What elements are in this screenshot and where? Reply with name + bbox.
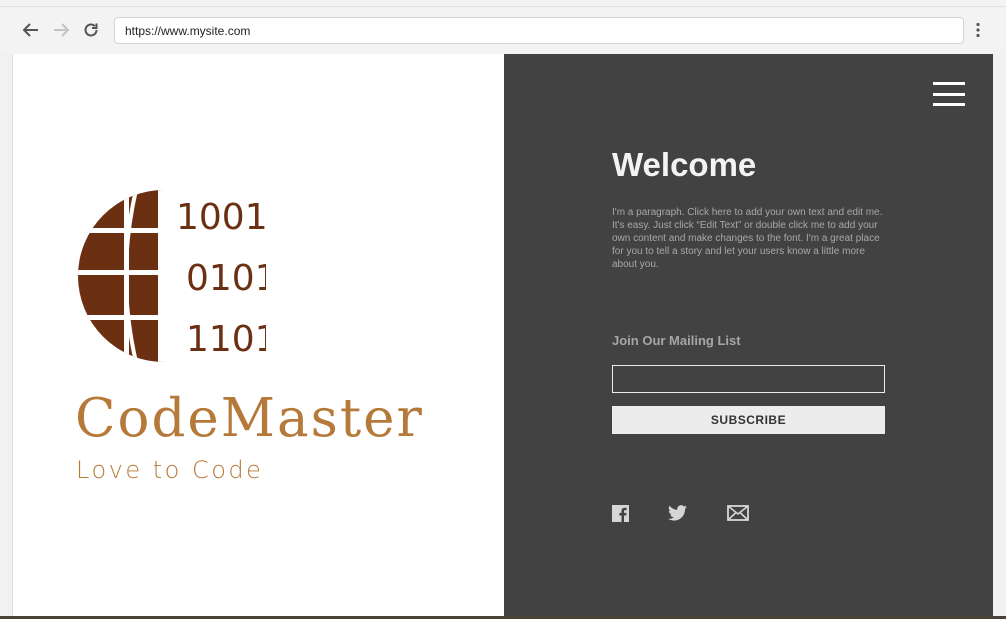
content-panel: Welcome I'm a paragraph. Click here to a… xyxy=(504,54,993,616)
twitter-icon xyxy=(667,505,687,521)
email-field[interactable] xyxy=(612,365,885,393)
mailing-list-title: Join Our Mailing List xyxy=(612,333,741,348)
mail-icon xyxy=(727,505,749,521)
kebab-menu-icon xyxy=(976,22,980,38)
menu-bar xyxy=(933,82,965,85)
intro-paragraph: I'm a paragraph. Click here to add your … xyxy=(612,207,883,270)
welcome-heading: Welcome xyxy=(612,146,757,183)
menu-bar xyxy=(933,103,965,106)
address-bar[interactable] xyxy=(114,17,964,44)
hamburger-menu-icon[interactable] xyxy=(933,82,965,106)
browser-window: 1001 0101 1101 CodeMaster Love to Code W… xyxy=(0,0,1006,619)
twitter-link[interactable] xyxy=(667,504,687,522)
reload-icon xyxy=(84,23,98,37)
back-button[interactable] xyxy=(20,19,42,41)
browser-toolbar xyxy=(0,6,1006,54)
brand-tagline: Love to Code xyxy=(76,456,264,484)
binary-line: 1101 xyxy=(186,319,266,360)
menu-bar xyxy=(933,92,965,96)
brand-name: CodeMaster xyxy=(75,388,424,449)
reload-button[interactable] xyxy=(80,19,102,41)
browser-frame-left xyxy=(0,54,13,619)
binary-line: 0101 xyxy=(186,258,266,299)
logo-panel: 1001 0101 1101 CodeMaster Love to Code xyxy=(13,54,504,616)
binary-line: 1001 xyxy=(176,197,266,238)
back-arrow-icon xyxy=(22,23,38,37)
facebook-link[interactable] xyxy=(611,504,629,522)
email-link[interactable] xyxy=(726,504,750,522)
url-input[interactable] xyxy=(115,18,963,43)
forward-button[interactable] xyxy=(50,19,72,41)
globe-binary-logo: 1001 0101 1101 xyxy=(78,190,266,362)
browser-frame-right xyxy=(993,54,1006,619)
facebook-icon xyxy=(611,504,629,522)
browser-menu-button[interactable] xyxy=(970,19,986,41)
web-page: 1001 0101 1101 CodeMaster Love to Code W… xyxy=(13,54,993,616)
forward-arrow-icon xyxy=(54,23,70,37)
subscribe-button[interactable]: SUBSCRIBE xyxy=(612,406,885,434)
globe-icon xyxy=(78,190,164,362)
